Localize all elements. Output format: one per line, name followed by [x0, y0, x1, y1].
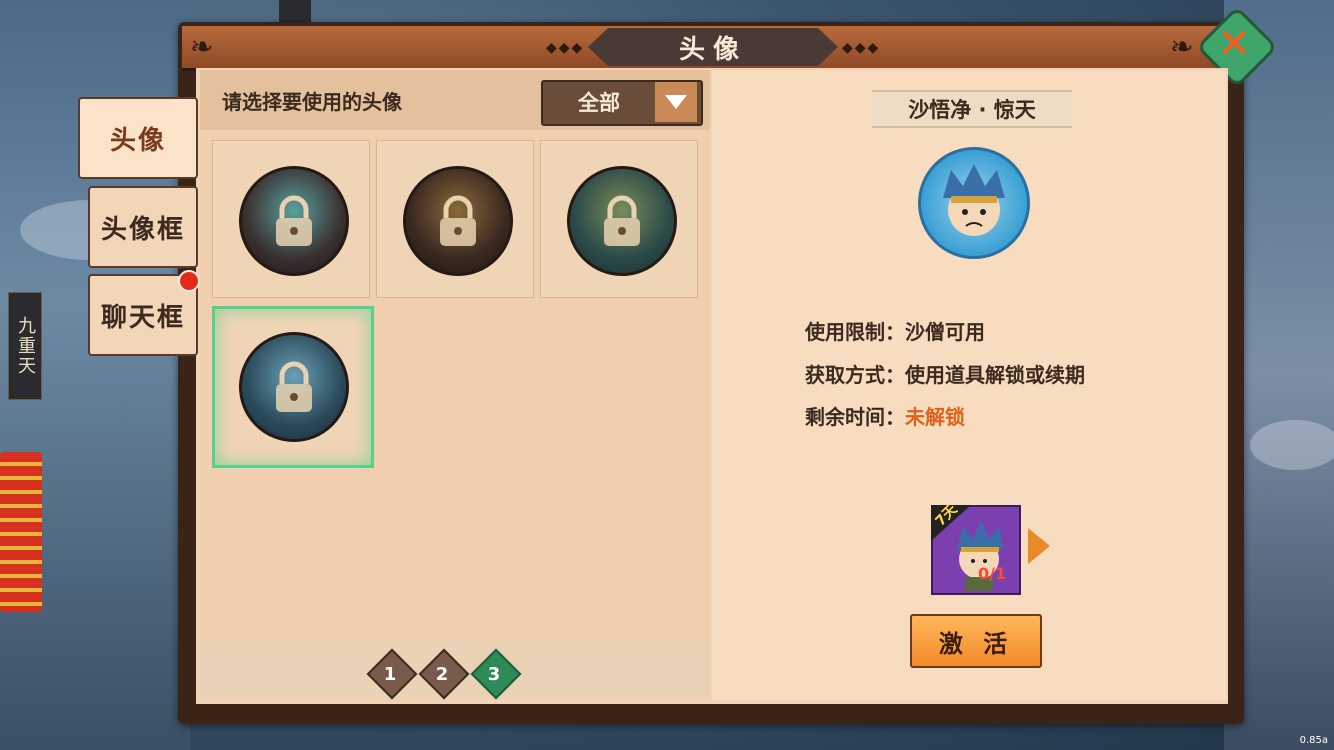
item-count: 0/1 — [978, 564, 1007, 583]
lock-icon — [242, 335, 346, 439]
character-face-icon — [943, 164, 1005, 236]
remain-value: 未解锁 — [905, 405, 965, 429]
obtain-label: 获取方式： — [805, 363, 905, 387]
filter-value[interactable]: 全部 — [545, 82, 653, 122]
notification-badge — [178, 270, 200, 292]
usage-label: 使用限制： — [805, 320, 905, 344]
panel-title-plaque: 头像 — [588, 28, 838, 66]
close-icon[interactable]: ✕ — [1208, 18, 1260, 70]
lock-icon — [406, 169, 510, 273]
remaining-time-row: 剩余时间：未解锁 — [805, 401, 965, 430]
avatar-name-plaque: 沙悟净 · 惊天 — [872, 90, 1072, 128]
tab-chat-frame-label[interactable]: 聊天框 — [101, 297, 185, 334]
usage-value: 沙僧可用 — [905, 320, 985, 344]
obtain-method-row: 获取方式：使用道具解锁或续期 — [805, 359, 1085, 388]
red-pillar-decoration — [0, 452, 42, 612]
tab-avatar-frame-label[interactable]: 头像框 — [101, 209, 185, 246]
title-dots: ◆◆◆ — [842, 40, 881, 56]
page-number[interactable]: 3 — [475, 656, 513, 692]
side-location-label: 九重天 — [8, 292, 42, 400]
select-prompt: 请选择要使用的头像 — [222, 90, 402, 114]
panel-title: 头像 — [678, 34, 747, 65]
tab-avatar-label[interactable]: 头像 — [110, 120, 166, 157]
dropdown-arrow-icon[interactable] — [655, 82, 697, 122]
scroll-ornament-icon: ❧ — [190, 30, 214, 63]
lock-icon — [570, 169, 674, 273]
page-number[interactable]: 1 — [371, 656, 409, 692]
cloud-decoration — [1250, 420, 1334, 470]
next-arrow-icon[interactable] — [1028, 528, 1050, 564]
activate-label[interactable]: 激 活 — [939, 624, 1013, 659]
avatar-name: 沙悟净 · 惊天 — [908, 98, 1036, 122]
title-dots: ◆◆◆ — [546, 40, 585, 56]
usage-restriction-row: 使用限制：沙僧可用 — [805, 316, 985, 345]
lock-icon — [242, 169, 346, 273]
page-number[interactable]: 2 — [423, 656, 461, 692]
tab-avatar-frame[interactable]: 头像框 — [88, 186, 198, 268]
avatar-preview — [918, 147, 1030, 259]
remain-label: 剩余时间： — [805, 405, 905, 429]
obtain-value: 使用道具解锁或续期 — [905, 363, 1085, 387]
activate-button[interactable]: 激 活 — [910, 614, 1042, 668]
version-label: 0.85a — [1299, 735, 1328, 746]
tab-avatar[interactable]: 头像 — [78, 97, 198, 179]
top-tag-decoration — [279, 0, 311, 24]
